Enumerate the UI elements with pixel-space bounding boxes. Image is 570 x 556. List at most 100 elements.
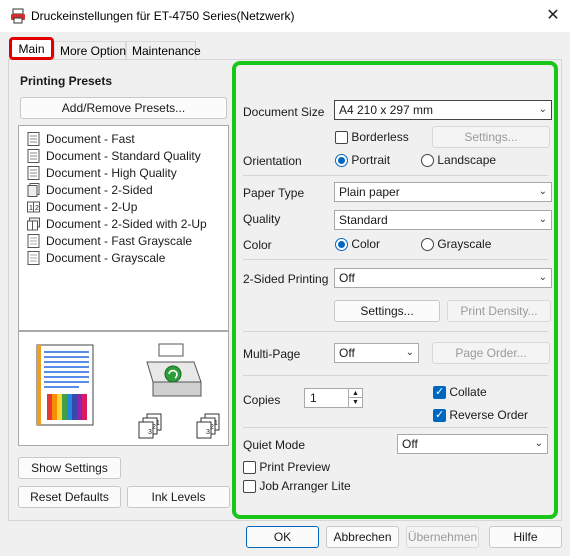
preset-label: Document - 2-Sided: [46, 182, 153, 197]
tab-more-options[interactable]: More Options: [54, 41, 132, 59]
divider: [243, 331, 548, 332]
svg-text:2: 2: [35, 205, 39, 212]
preset-item[interactable]: 12 Document - 2-Up: [27, 198, 137, 215]
preset-item[interactable]: Document - High Quality: [27, 164, 177, 181]
paper-type-label: Paper Type: [243, 186, 305, 200]
document-icon: [27, 131, 40, 146]
help-button[interactable]: Hilfe: [489, 526, 562, 548]
two-sided-printing-select[interactable]: Off ⌄: [334, 268, 552, 288]
preset-label: Document - 2-Up: [46, 199, 138, 214]
borderless-settings-button[interactable]: Settings...: [432, 126, 550, 148]
add-remove-presets-button[interactable]: Add/Remove Presets...: [20, 97, 227, 119]
two-sided-printing-label: 2-Sided Printing: [243, 272, 329, 286]
job-arranger-lite-checkbox[interactable]: Job Arranger Lite: [243, 479, 351, 494]
presets-list: Document - Fast Document - Standard Qual…: [18, 125, 229, 331]
chevron-down-icon: ⌄: [534, 438, 543, 449]
radio-button: [335, 154, 348, 168]
print-density-button[interactable]: Print Density...: [447, 300, 551, 322]
divider: [243, 259, 548, 260]
increment-icon[interactable]: ▲: [348, 389, 362, 398]
preset-label: Document - High Quality: [46, 165, 177, 180]
multi-page-value: Off: [339, 346, 355, 360]
page-order-button[interactable]: Page Order...: [432, 342, 550, 364]
close-icon[interactable]: ✕: [542, 6, 564, 26]
divider: [243, 175, 548, 176]
reset-defaults-button[interactable]: Reset Defaults: [18, 486, 121, 508]
color-option-label: Color: [351, 237, 381, 251]
tab-maintenance[interactable]: Maintenance: [126, 41, 201, 59]
preset-item[interactable]: Document - Standard Quality: [27, 147, 201, 164]
print-preview-label: Print Preview: [259, 460, 331, 474]
borderless-checkbox[interactable]: Borderless: [335, 130, 409, 145]
landscape-label: Landscape: [437, 153, 497, 167]
printing-presets-heading: Printing Presets: [20, 74, 113, 88]
radio-button: [421, 238, 434, 252]
show-settings-button[interactable]: Show Settings: [18, 457, 121, 479]
document-icon: [27, 148, 40, 163]
document-icon: [27, 165, 40, 180]
preset-label: Document - Fast Grayscale: [46, 233, 193, 248]
checkbox-box: [243, 480, 256, 494]
page-number: 3: [206, 429, 210, 436]
tab-main[interactable]: Main: [9, 37, 54, 60]
grayscale-document-icon: [27, 233, 40, 248]
copies-stepper[interactable]: 1 ▲ ▼: [304, 388, 363, 408]
preset-item[interactable]: Document - Fast Grayscale: [27, 232, 192, 249]
color-radio[interactable]: Color: [335, 237, 381, 252]
preview-illustration: 1 2 3 1 2 3: [36, 343, 220, 439]
preset-label: Document - Grayscale: [46, 250, 166, 265]
quiet-mode-value: Off: [402, 437, 418, 451]
preset-label: Document - 2-Sided with 2-Up: [46, 216, 207, 231]
quiet-mode-select[interactable]: Off ⌄: [397, 434, 548, 454]
preset-label: Document - Standard Quality: [46, 148, 201, 163]
checkbox-box: [335, 131, 348, 145]
svg-text:1: 1: [29, 205, 33, 212]
page-number: 3: [148, 429, 152, 436]
collate-checkbox[interactable]: Collate: [433, 385, 487, 400]
two-sided-settings-button[interactable]: Settings...: [334, 300, 440, 322]
landscape-radio[interactable]: Landscape: [421, 153, 497, 168]
preset-label: Document - Fast: [46, 131, 135, 146]
print-preview-pane: 1 2 3 1 2 3: [18, 331, 229, 446]
quality-select[interactable]: Standard ⌄: [334, 210, 552, 230]
two-sided-two-up-icon: [27, 217, 40, 230]
borderless-label: Borderless: [351, 130, 409, 144]
multi-page-select[interactable]: Off ⌄: [334, 343, 419, 363]
reverse-stack-icon: 1 2 3: [196, 413, 220, 439]
checkbox-box: [243, 461, 256, 475]
grayscale-document-icon: [27, 250, 40, 265]
document-size-value: A4 210 x 297 mm: [339, 103, 434, 117]
ok-button[interactable]: OK: [246, 526, 319, 548]
document-size-select[interactable]: A4 210 x 297 mm ⌄: [334, 100, 552, 120]
reverse-order-label: Reverse Order: [449, 408, 529, 422]
grayscale-radio[interactable]: Grayscale: [421, 237, 491, 252]
radio-button: [335, 238, 348, 252]
preset-item[interactable]: Document - 2-Sided with 2-Up: [27, 215, 207, 232]
chevron-down-icon: ⌄: [405, 347, 414, 358]
divider: [243, 375, 548, 376]
decrement-icon[interactable]: ▼: [348, 398, 362, 407]
copies-label: Copies: [243, 393, 281, 407]
job-arranger-lite-label: Job Arranger Lite: [259, 479, 351, 493]
copies-value: 1: [310, 391, 317, 405]
chevron-down-icon: ⌄: [538, 104, 547, 115]
preset-item[interactable]: Document - 2-Sided: [27, 181, 153, 198]
cancel-button[interactable]: Abbrechen: [326, 526, 399, 548]
orientation-label: Orientation: [243, 154, 302, 168]
two-sided-icon: [27, 182, 40, 197]
ink-levels-button[interactable]: Ink Levels: [127, 486, 230, 508]
preset-item[interactable]: Document - Fast: [27, 130, 135, 147]
printer-app-icon: [11, 8, 25, 24]
portrait-radio[interactable]: Portrait: [335, 153, 391, 168]
apply-button[interactable]: Übernehmen: [406, 526, 479, 548]
document-size-label: Document Size: [243, 105, 325, 119]
quality-value: Standard: [339, 213, 388, 227]
reverse-order-checkbox[interactable]: Reverse Order: [433, 408, 529, 423]
paper-type-select[interactable]: Plain paper ⌄: [334, 182, 552, 202]
portrait-label: Portrait: [351, 153, 391, 167]
chevron-down-icon: ⌄: [538, 186, 547, 197]
two-up-icon: 12: [27, 201, 40, 212]
collated-stack-icon: 1 2 3: [138, 413, 162, 439]
preset-item[interactable]: Document - Grayscale: [27, 249, 165, 266]
print-preview-checkbox[interactable]: Print Preview: [243, 460, 331, 475]
